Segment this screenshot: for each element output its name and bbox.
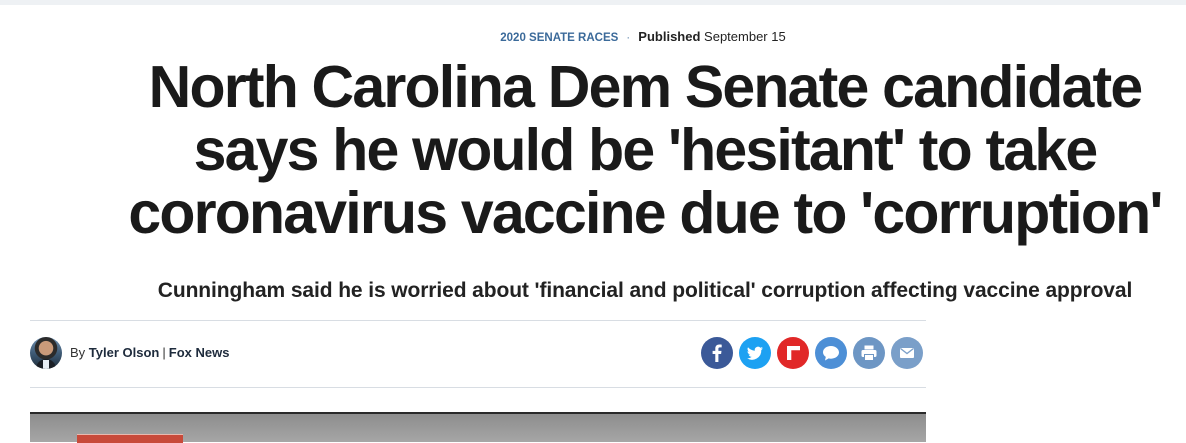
outlet-link[interactable]: Fox News bbox=[169, 345, 230, 360]
facebook-share-button[interactable] bbox=[701, 337, 733, 369]
byline-divider-bottom bbox=[30, 387, 926, 388]
published-label: Published bbox=[638, 29, 701, 44]
comment-button[interactable] bbox=[815, 337, 847, 369]
print-icon bbox=[861, 345, 877, 361]
author-link[interactable]: Tyler Olson bbox=[89, 345, 160, 360]
media-red-tag bbox=[77, 434, 183, 443]
email-icon bbox=[900, 347, 914, 358]
article-headline: North Carolina Dem Senate candidate says… bbox=[128, 54, 1163, 246]
byline-prefix: By bbox=[70, 345, 86, 360]
byline-separator: | bbox=[162, 345, 166, 360]
published-date: September 15 bbox=[704, 29, 786, 44]
category-link[interactable]: 2020 SENATE RACES bbox=[500, 32, 618, 44]
author-avatar[interactable] bbox=[30, 337, 62, 369]
email-share-button[interactable] bbox=[891, 337, 923, 369]
article-subheadline: Cunningham said he is worried about 'fin… bbox=[157, 279, 1133, 302]
article-meta: 2020 SENATE RACES · Published September 15 bbox=[0, 29, 1186, 44]
flipboard-icon bbox=[787, 346, 800, 360]
twitter-icon bbox=[747, 346, 763, 360]
meta-separator: · bbox=[626, 30, 631, 44]
print-button[interactable] bbox=[853, 337, 885, 369]
byline: By Tyler Olson | Fox News bbox=[70, 345, 229, 360]
twitter-share-button[interactable] bbox=[739, 337, 771, 369]
avatar-shirt bbox=[43, 360, 49, 369]
comment-icon bbox=[823, 346, 839, 361]
share-toolbar bbox=[701, 337, 923, 369]
byline-divider-top bbox=[30, 320, 926, 321]
facebook-icon bbox=[712, 344, 722, 362]
top-bar bbox=[0, 0, 1186, 5]
flipboard-share-button[interactable] bbox=[777, 337, 809, 369]
